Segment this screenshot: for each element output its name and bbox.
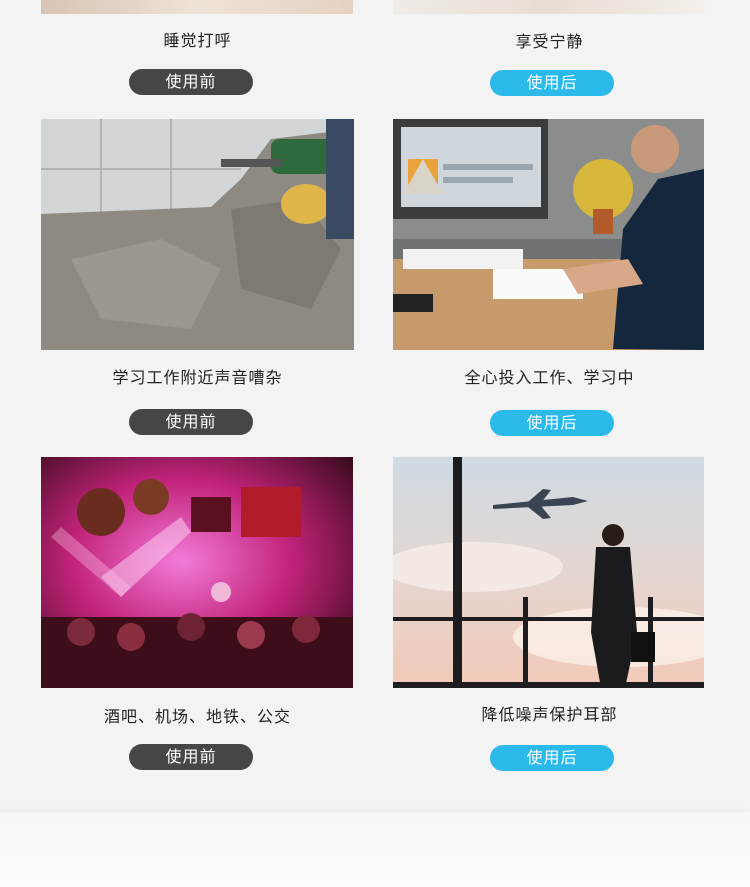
before-button[interactable]: 使用前 (129, 69, 253, 95)
photo-nightclub (41, 457, 353, 688)
caption-hearing-protection: 降低噪声保护耳部 (481, 705, 618, 724)
after-button[interactable]: 使用后 (490, 745, 614, 771)
caption-noisy-work: 学习工作附近声音嘈杂 (112, 368, 283, 387)
caption-quiet: 享受宁静 (515, 32, 584, 51)
before-button[interactable]: 使用前 (129, 744, 253, 770)
caption-noisy-places: 酒吧、机场、地铁、公交 (103, 707, 291, 726)
photo-snoring (41, 0, 353, 14)
caption-focused-work: 全心投入工作、学习中 (464, 368, 635, 387)
photo-drilling-wall (41, 119, 354, 350)
after-button[interactable]: 使用后 (490, 70, 614, 96)
bottom-band (0, 812, 750, 887)
before-button[interactable]: 使用前 (129, 409, 253, 435)
caption-snoring: 睡觉打呼 (163, 31, 232, 50)
photo-quiet (393, 0, 705, 14)
after-button[interactable]: 使用后 (490, 410, 614, 436)
photo-working-desk (393, 119, 704, 350)
photo-airport-window (393, 457, 704, 688)
